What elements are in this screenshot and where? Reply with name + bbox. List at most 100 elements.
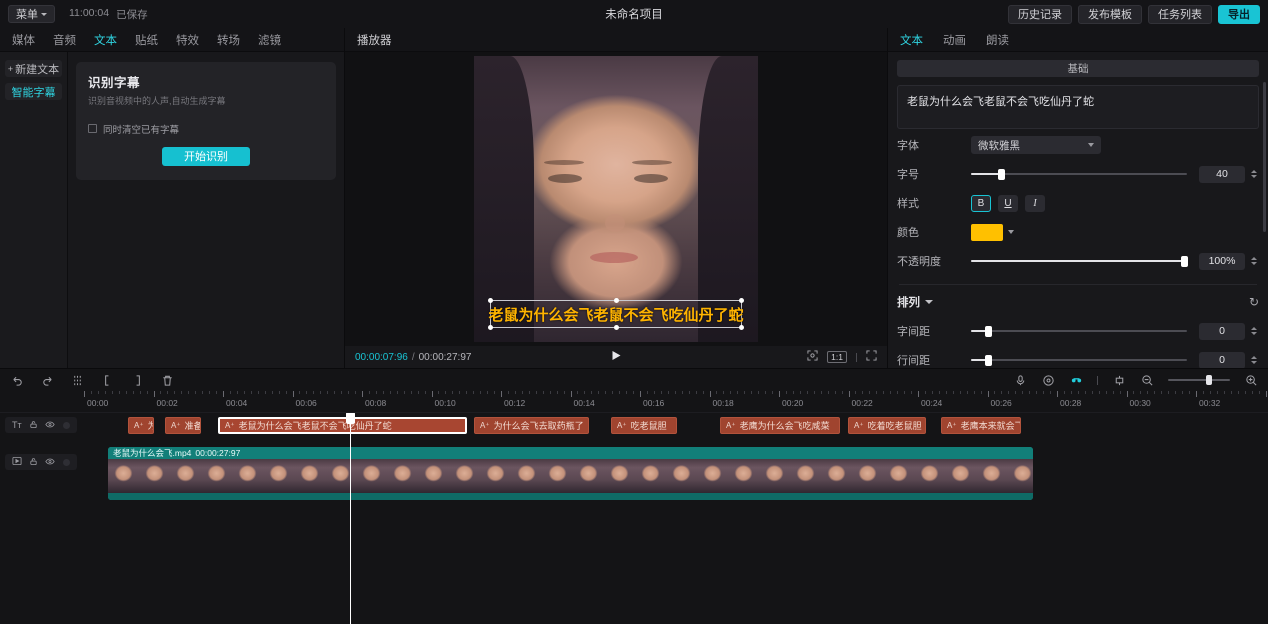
resize-handle-top-center[interactable]	[613, 298, 619, 303]
tab-text-props[interactable]: 文本	[900, 32, 923, 48]
crop-icon[interactable]	[1112, 373, 1126, 387]
bold-button[interactable]: B	[971, 194, 991, 212]
fullscreen-icon[interactable]	[866, 350, 877, 364]
lock-icon[interactable]	[29, 420, 38, 431]
ruler-tick-minor	[250, 391, 252, 394]
opacity-slider[interactable]	[971, 252, 1188, 270]
font-size-slider[interactable]	[971, 165, 1187, 183]
text-content-input[interactable]: 老鼠为什么会飞老鼠不会飞吃仙丹了蛇	[897, 85, 1259, 129]
ruler-tick-minor	[1168, 391, 1170, 394]
export-button[interactable]: 导出	[1218, 4, 1260, 24]
ruler-tick-minor	[1209, 391, 1211, 394]
clear-existing-subtitles-checkbox[interactable]: 同时清空已有字幕	[88, 122, 324, 136]
menu-button-label: 菜单	[16, 9, 38, 21]
zoom-slider[interactable]	[1168, 374, 1230, 386]
tab-read-aloud[interactable]: 朗读	[986, 32, 1009, 48]
timeline-ruler[interactable]: 00:00 00:02 00:04 00:06 00:08 00:10 00:12 00:14…	[0, 391, 1268, 413]
ruler-tick-minor	[702, 391, 704, 394]
sidebar-item-new-text[interactable]: + 新建文本	[5, 60, 62, 77]
tab-effects[interactable]: 特效	[176, 32, 199, 48]
italic-button[interactable]: I	[1025, 194, 1045, 212]
tab-filter[interactable]: 滤镜	[258, 32, 281, 48]
lock-icon[interactable]	[29, 457, 38, 468]
sidebar-item-smart-subtitle[interactable]: 智能字幕	[5, 83, 62, 100]
opacity-stepper[interactable]	[1249, 257, 1259, 265]
delete-icon[interactable]	[160, 373, 174, 387]
line-spacing-stepper[interactable]	[1249, 356, 1259, 364]
playhead[interactable]	[346, 413, 355, 624]
subtitle-selection-box[interactable]: 老鼠为什么会飞老鼠不会飞吃仙丹了蛇	[488, 298, 744, 330]
mark-out-icon[interactable]	[130, 373, 144, 387]
line-spacing-slider[interactable]	[971, 351, 1187, 368]
text-clip[interactable]: A⁺ 老鹰本来就会飞	[941, 417, 1021, 434]
zoom-knob[interactable]	[1206, 375, 1213, 385]
resize-handle-top-right[interactable]	[739, 298, 744, 303]
ruler-tick-minor	[417, 391, 419, 394]
tab-audio[interactable]: 音频	[53, 32, 76, 48]
tab-animation[interactable]: 动画	[943, 32, 966, 48]
start-recognition-button[interactable]: 开始识别	[162, 146, 250, 166]
resize-handle-top-left[interactable]	[488, 298, 493, 303]
video-preview[interactable]: 老鼠为什么会飞老鼠不会飞吃仙丹了蛇	[474, 56, 758, 342]
speed-icon[interactable]	[1041, 373, 1055, 387]
slider-knob[interactable]	[985, 354, 993, 366]
total-time: 00:00:27:97	[418, 351, 472, 363]
chevron-down-icon[interactable]	[1008, 230, 1014, 234]
ruler-tick-minor	[521, 391, 523, 394]
text-clip[interactable]: A⁺ 老鹰为什么会飞吃咸菜	[720, 417, 840, 434]
slider-knob[interactable]	[1181, 255, 1188, 267]
thumbnail-image	[914, 459, 945, 493]
publish-template-button[interactable]: 发布模板	[1078, 4, 1142, 24]
mark-in-icon[interactable]	[100, 373, 114, 387]
aspect-ratio-chip[interactable]: 1:1	[827, 351, 847, 363]
play-button[interactable]	[611, 350, 622, 364]
font-select[interactable]: 微软雅黑	[971, 136, 1101, 154]
resize-handle-bottom-left[interactable]	[488, 325, 493, 330]
split-icon[interactable]	[70, 373, 84, 387]
text-clip[interactable]: A⁺ 吃老鼠胆	[611, 417, 677, 434]
font-size-stepper[interactable]	[1249, 170, 1259, 178]
tab-media[interactable]: 媒体	[12, 32, 35, 48]
line-spacing-label: 行间距	[897, 355, 930, 367]
text-clip[interactable]: A⁺ 为什么会飞去取药瓶了	[474, 417, 589, 434]
resize-handle-bottom-center[interactable]	[613, 325, 619, 330]
font-size-input[interactable]: 40	[1199, 165, 1245, 183]
text-clip[interactable]: A⁺ 吃着吃老鼠胆	[848, 417, 926, 434]
color-swatch[interactable]	[971, 223, 1003, 241]
video-clip[interactable]: 老鼠为什么会飞.mp4 00:00:27:97	[108, 447, 1033, 500]
properties-scrollbar[interactable]	[1263, 82, 1266, 232]
underline-button[interactable]: U	[998, 194, 1018, 212]
tab-text[interactable]: 文本	[94, 32, 117, 48]
text-clip[interactable]: A⁺ 准备	[165, 417, 201, 434]
text-clip[interactable]: A⁺ 为	[128, 417, 154, 434]
color-picker[interactable]	[971, 223, 1014, 241]
zoom-out-icon[interactable]	[1140, 373, 1154, 387]
eye-icon[interactable]	[45, 457, 55, 468]
snapshot-icon[interactable]	[807, 350, 818, 364]
text-clip[interactable]: A⁺ 老鼠为什么会飞老鼠不会飞吃仙丹了蛇	[218, 417, 467, 434]
letter-spacing-input[interactable]: 0	[1199, 322, 1245, 340]
ruler-tick	[1057, 391, 1058, 397]
task-list-button[interactable]: 任务列表	[1148, 4, 1212, 24]
history-button[interactable]: 历史记录	[1008, 4, 1072, 24]
letter-spacing-stepper[interactable]	[1249, 327, 1259, 335]
reset-icon[interactable]: ↻	[1249, 295, 1259, 309]
mic-icon[interactable]	[1013, 373, 1027, 387]
eye-icon[interactable]	[45, 420, 55, 431]
tab-sticker[interactable]: 贴纸	[135, 32, 158, 48]
ruler-tick	[362, 391, 363, 397]
basic-segment-button[interactable]: 基础	[897, 60, 1259, 77]
undo-icon[interactable]	[10, 373, 24, 387]
opacity-input[interactable]: 100%	[1199, 252, 1245, 270]
tab-transition[interactable]: 转场	[217, 32, 240, 48]
letter-spacing-slider[interactable]	[971, 322, 1187, 340]
line-spacing-input[interactable]: 0	[1199, 351, 1245, 368]
resize-handle-bottom-right[interactable]	[739, 325, 744, 330]
menu-button[interactable]: 菜单	[8, 5, 55, 23]
slider-knob[interactable]	[985, 325, 993, 337]
arrange-section-header[interactable]: 排列 ↻	[897, 289, 1259, 315]
zoom-in-icon[interactable]	[1244, 373, 1258, 387]
keyframe-icon[interactable]	[1069, 373, 1083, 387]
redo-icon[interactable]	[40, 373, 54, 387]
slider-knob[interactable]	[998, 168, 1006, 180]
